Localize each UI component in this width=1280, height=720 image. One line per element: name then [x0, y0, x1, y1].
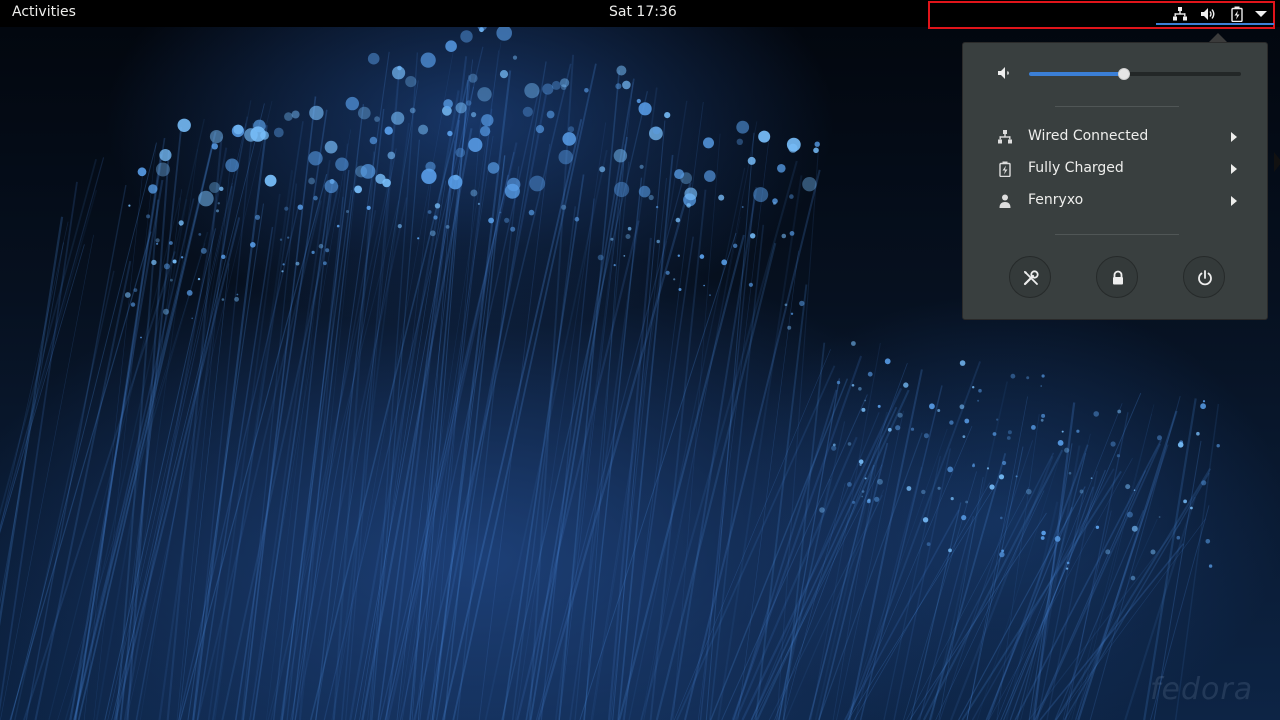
battery-charged-icon[interactable] — [1229, 6, 1245, 22]
fedora-watermark: fedora — [1150, 672, 1254, 707]
volume-slider-fill — [1029, 72, 1125, 76]
system-menu: Wired Connected Fully Charged Fenryxo — [962, 42, 1268, 320]
menu-item-label: Fully Charged — [1028, 160, 1124, 176]
lock-icon — [1113, 270, 1123, 285]
status-area-active-indicator — [1156, 23, 1274, 25]
submenu-arrow-icon — [1231, 196, 1237, 206]
user-icon — [997, 193, 1013, 213]
submenu-arrow-icon — [1231, 164, 1237, 174]
clock[interactable]: Sat 17:36 — [609, 4, 677, 20]
volume-row — [963, 61, 1267, 85]
lock-button[interactable] — [1096, 256, 1138, 298]
submenu-arrow-icon — [1231, 132, 1237, 142]
menu-item-label: Fenryxo — [1028, 192, 1084, 208]
battery-charged-icon — [997, 161, 1013, 181]
menu-item-user[interactable]: Fenryxo — [963, 185, 1267, 217]
settings-button[interactable] — [1009, 256, 1051, 298]
volume-muted-icon[interactable] — [997, 65, 1013, 85]
system-menu-pointer — [1209, 33, 1227, 42]
volume-slider-knob[interactable] — [1118, 68, 1131, 80]
volume-slider[interactable] — [1029, 68, 1241, 80]
network-wired-icon[interactable] — [1172, 6, 1188, 22]
power-icon — [1198, 270, 1212, 286]
network-wired-icon — [997, 129, 1013, 149]
mouse-cursor — [1274, 152, 1280, 172]
activities-button[interactable]: Activities — [12, 4, 76, 20]
settings-icon — [1023, 270, 1039, 286]
menu-separator — [1055, 234, 1179, 235]
menu-separator — [1055, 106, 1179, 107]
power-button[interactable] — [1183, 256, 1225, 298]
menu-item-battery[interactable]: Fully Charged — [963, 153, 1267, 185]
menu-dropdown-icon[interactable] — [1253, 6, 1269, 22]
volume-icon[interactable] — [1200, 6, 1216, 22]
menu-item-wired[interactable]: Wired Connected — [963, 121, 1267, 153]
menu-item-label: Wired Connected — [1028, 128, 1149, 144]
top-bar: Activities Sat 17:36 — [0, 0, 1280, 29]
